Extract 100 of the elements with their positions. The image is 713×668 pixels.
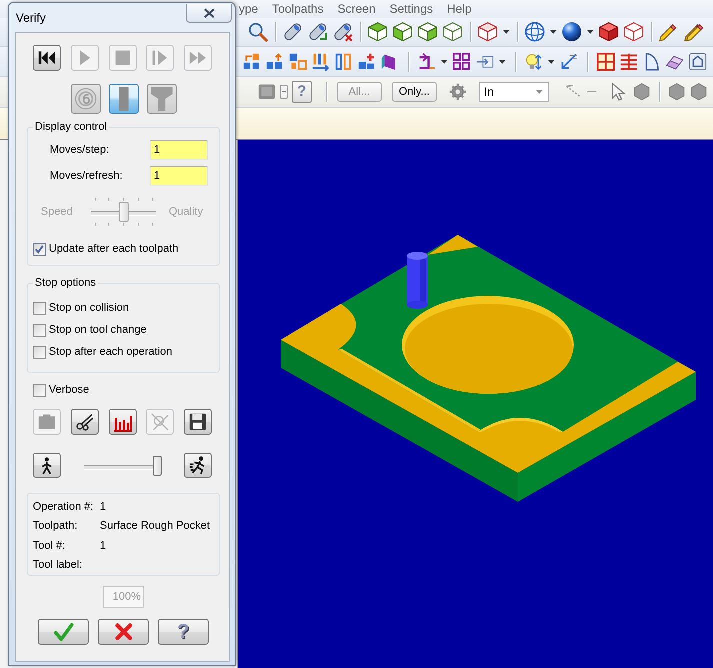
diagonal-arrow-icon[interactable] (560, 52, 578, 70)
step-forward-icon (151, 49, 170, 67)
funnel-icon (150, 87, 174, 111)
house-icon[interactable] (689, 52, 707, 70)
scissors-icon (76, 413, 94, 431)
display-mode-button[interactable] (108, 84, 138, 114)
close-icon (204, 8, 214, 18)
x-mark-icon (114, 623, 132, 641)
minus-box-icon[interactable] (280, 85, 288, 99)
checkbox[interactable] (33, 242, 46, 256)
info-value: 1 (100, 540, 108, 552)
slider-thumb[interactable] (152, 456, 162, 476)
gear-icon[interactable] (449, 83, 467, 101)
walk-button[interactable] (33, 453, 61, 478)
ok-button[interactable] (38, 619, 89, 645)
playback-button[interactable] (33, 45, 61, 71)
checkbox[interactable] (33, 324, 46, 336)
tool-button[interactable] (70, 409, 99, 435)
display-mode-button[interactable] (146, 84, 176, 114)
menu-item[interactable]: Screen (338, 2, 376, 16)
checkbox-label[interactable]: Stop on collision (49, 302, 130, 314)
tool-button[interactable] (184, 409, 212, 435)
group-label: Display control (34, 120, 108, 134)
caret-icon[interactable] (550, 30, 557, 34)
block-icon (38, 413, 56, 431)
menu-item[interactable]: Settings (390, 2, 434, 16)
slider-label: Quality (169, 206, 204, 218)
cube-icon[interactable] (599, 22, 619, 42)
light-bulb-icon[interactable] (525, 52, 543, 70)
pencils-icon[interactable] (684, 22, 704, 42)
grid-icon[interactable] (597, 52, 615, 70)
info-label: Tool #: (33, 540, 66, 552)
info-label: Tool label: (33, 559, 84, 572)
menu-item[interactable]: Help (447, 2, 472, 16)
hexagon-icon[interactable] (633, 83, 651, 101)
checkbox-label[interactable]: Update after each toolpath (49, 243, 179, 255)
squares-arrow-icon[interactable] (266, 52, 284, 70)
checkbox-label[interactable]: Verbose (49, 384, 90, 396)
checkbox[interactable] (33, 346, 46, 358)
menu-item[interactable]: Toolpaths (272, 2, 324, 16)
corner-arrow-icon[interactable] (418, 52, 436, 70)
caret-icon[interactable] (548, 60, 555, 64)
field-label: Moves/step: (49, 144, 110, 156)
display-mode-button[interactable] (70, 84, 100, 114)
progress-field: 100% (103, 586, 144, 608)
checkbox[interactable] (33, 384, 46, 396)
caret-icon[interactable] (587, 30, 594, 34)
checkbox[interactable] (33, 302, 46, 314)
run-button[interactable] (184, 453, 212, 478)
cancel-button[interactable] (98, 619, 149, 645)
cube-icon[interactable] (368, 22, 388, 42)
sphere-icon[interactable] (562, 22, 582, 42)
cutter-drawing (407, 252, 428, 309)
crossed-circle-icon (151, 413, 170, 431)
grid-icon[interactable] (453, 52, 471, 70)
cursor-icon[interactable] (611, 83, 629, 101)
rewind-icon (38, 49, 56, 67)
slider-label: Speed (41, 206, 73, 218)
checkmark-icon (35, 244, 44, 254)
cube-icon[interactable] (393, 22, 413, 42)
info-value: 1 (100, 500, 108, 513)
cube-icon[interactable] (418, 22, 438, 42)
hexagon-icon[interactable] (668, 83, 686, 101)
squares-icon[interactable] (289, 52, 307, 70)
hexagon-icon[interactable] (690, 83, 708, 101)
disc-icon (74, 88, 96, 110)
caret-icon[interactable] (499, 60, 506, 64)
info-label: Operation #: (33, 500, 95, 513)
bars-icon[interactable] (335, 52, 353, 70)
input-field[interactable]: 1 (150, 166, 208, 186)
only-button[interactable]: Only... (392, 82, 437, 102)
caret-icon[interactable] (441, 60, 448, 64)
lines-icon[interactable] (620, 52, 638, 70)
magnifier-icon[interactable] (248, 22, 268, 42)
checkbox-label[interactable]: Stop after each operation (49, 346, 173, 358)
cube-icon[interactable] (478, 22, 498, 42)
dialog-title: Verify (16, 10, 46, 24)
input-field[interactable]: 1 (150, 140, 208, 160)
checkbox-label[interactable]: Stop on tool change (49, 324, 147, 336)
check-icon (54, 622, 74, 642)
cube-icon[interactable] (624, 22, 644, 42)
caret-icon[interactable] (503, 30, 510, 34)
running-person-icon (188, 456, 208, 475)
close-button[interactable] (186, 4, 232, 23)
stop-icon (114, 50, 130, 66)
globe-icon[interactable] (525, 22, 545, 42)
arc-icon[interactable] (643, 52, 661, 70)
squares-plus-icon[interactable] (358, 52, 376, 70)
menu-item[interactable]: ype (239, 2, 258, 16)
block-icon[interactable] (258, 83, 276, 101)
info-value: Surface Rough Pocket (100, 520, 210, 532)
group-label: Stop options (34, 276, 98, 290)
bars-arrow-icon[interactable] (312, 52, 330, 70)
field-label: Moves/refresh: (49, 170, 123, 182)
cube-icon[interactable] (443, 22, 463, 42)
speed-slider-track[interactable] (84, 454, 162, 476)
squares-arrow-icon[interactable] (243, 52, 261, 70)
mask-combo[interactable]: In (479, 82, 549, 102)
info-label: Toolpath: (33, 520, 79, 532)
pencil-icon[interactable] (659, 22, 679, 42)
